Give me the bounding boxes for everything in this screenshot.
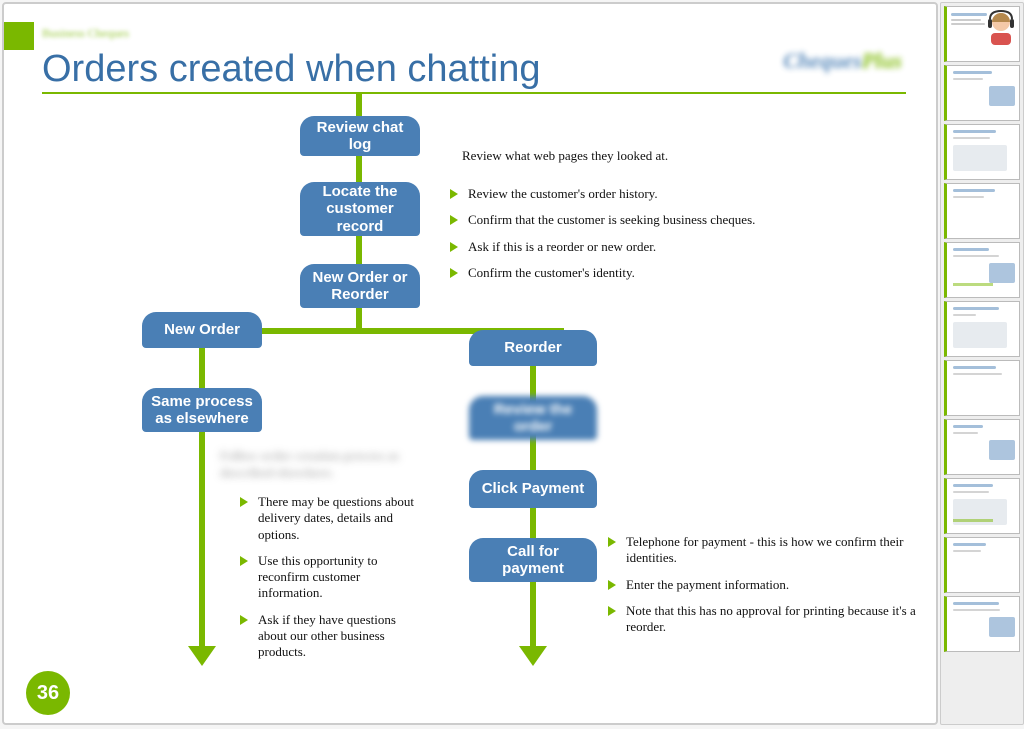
- brand-logo: ChequesPlus: [783, 48, 902, 74]
- node-review-chat: Review chat log: [300, 116, 420, 156]
- bullet-item: Telephone for payment - this is how we c…: [608, 534, 918, 567]
- thumbnail[interactable]: [944, 6, 1020, 62]
- arrow-left: [188, 646, 216, 666]
- bullets-new-order: There may be questions about delivery da…: [240, 494, 425, 670]
- node-label: Locate the customer record: [322, 183, 397, 235]
- logo-brand: Cheques: [783, 48, 861, 73]
- bullet-item: Ask if this is a reorder or new order.: [450, 239, 790, 255]
- section-tab: [4, 22, 34, 50]
- node-label: Click Payment: [482, 480, 585, 497]
- bullet-item: Confirm that the customer is seeking bus…: [450, 212, 790, 228]
- node-new-order: New Order: [142, 312, 262, 348]
- node-same-process: Same process as elsewhere: [142, 388, 262, 432]
- note-review: Review what web pages they looked at.: [462, 148, 722, 165]
- slide: Business Cheques Orders created when cha…: [2, 2, 938, 725]
- bullet-item: Ask if they have questions about our oth…: [240, 612, 425, 661]
- thumbnail[interactable]: [944, 360, 1020, 416]
- node-label: New Order: [164, 321, 240, 338]
- bullet-item: Enter the payment information.: [608, 577, 918, 593]
- node-label: Call for payment: [502, 543, 564, 578]
- bullets-payment: Telephone for payment - this is how we c…: [608, 534, 918, 645]
- blurred-note-new-order: Follow order creation process as describ…: [220, 448, 410, 482]
- bullets-locate: Review the customer's order history. Conf…: [450, 186, 790, 291]
- thumbnail[interactable]: [944, 65, 1020, 121]
- flowchart: Review chat log Review what web pages th…: [4, 94, 936, 723]
- node-label: Review the order: [494, 401, 572, 436]
- thumbnail-panel[interactable]: [940, 2, 1024, 725]
- node-blurred-step: Review the order: [469, 396, 597, 440]
- thumbnail[interactable]: [944, 183, 1020, 239]
- bullet-item: Note that this has no approval for print…: [608, 603, 918, 636]
- bullet-item: Confirm the customer's identity.: [450, 265, 790, 281]
- page-number-badge: 36: [26, 671, 70, 715]
- node-click-payment: Click Payment: [469, 470, 597, 508]
- bullet-item: There may be questions about delivery da…: [240, 494, 425, 543]
- node-call-payment: Call for payment: [469, 538, 597, 582]
- thumbnail[interactable]: [944, 242, 1020, 298]
- node-label: New Order or Reorder: [312, 269, 407, 304]
- thumbnail[interactable]: [944, 419, 1020, 475]
- agent-headset-icon: [985, 9, 1017, 45]
- connector-left: [199, 328, 205, 648]
- page-title: Orders created when chatting: [42, 48, 541, 91]
- thumbnail[interactable]: [944, 596, 1020, 652]
- thumbnail[interactable]: [944, 124, 1020, 180]
- node-locate-customer: Locate the customer record: [300, 182, 420, 236]
- section-label: Business Cheques: [42, 26, 129, 41]
- node-label: Review chat log: [308, 119, 412, 154]
- arrow-right: [519, 646, 547, 666]
- node-label: Same process as elsewhere: [151, 393, 253, 428]
- thumbnail[interactable]: [944, 537, 1020, 593]
- thumbnail[interactable]: [944, 301, 1020, 357]
- bullet-item: Review the customer's order history.: [450, 186, 790, 202]
- node-decision: New Order or Reorder: [300, 264, 420, 308]
- node-label: Reorder: [504, 339, 562, 356]
- thumbnail[interactable]: [944, 478, 1020, 534]
- bullet-item: Use this opportunity to reconfirm custom…: [240, 553, 425, 602]
- logo-suffix: Plus: [862, 48, 902, 73]
- node-reorder: Reorder: [469, 330, 597, 366]
